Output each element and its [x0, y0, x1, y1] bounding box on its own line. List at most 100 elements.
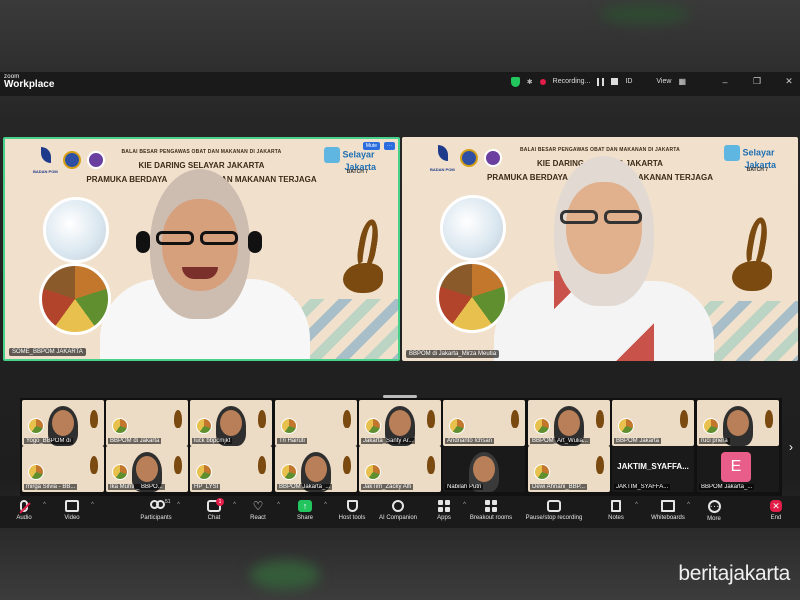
maximize-icon[interactable]: ❐: [752, 76, 762, 87]
participant-name-label: BBPOM Jakarta_...: [277, 484, 333, 490]
camera-icon: [65, 500, 79, 512]
video-tile-speaker-1[interactable]: BADAN POM BALAI BESAR PENGAWAS OBAT DAN …: [3, 137, 400, 361]
pramuka-symbol: [765, 410, 773, 428]
participant-thumbnail[interactable]: BBPOM_Art_Wulia...: [528, 400, 610, 446]
participant-name-label: BBPOM Jakarta_...: [699, 484, 755, 490]
chat-icon: 1: [207, 498, 224, 512]
shield-icon: [346, 500, 358, 512]
food-image: [449, 418, 465, 434]
participant-thumbnail[interactable]: ruci priera: [697, 400, 779, 446]
end-button[interactable]: ✕ End: [752, 500, 800, 521]
pramuka-symbol: [427, 410, 435, 428]
participant-name-label: Dewi Ahriani_BBP...: [530, 484, 587, 490]
watermark: beritajakarta: [678, 562, 790, 585]
participant-face: [52, 410, 74, 436]
participant-thumbnail[interactable]: BBPOM di Jakarta: [106, 400, 188, 446]
close-icon[interactable]: ✕: [784, 76, 794, 87]
batch-label: BATCH 7: [346, 169, 368, 175]
food-image: [703, 418, 719, 434]
selayar-jakarta-logo: Selayar Jakarta: [724, 145, 776, 170]
participants-button[interactable]: 51 Participants ^: [126, 499, 186, 521]
participant-thumbnail[interactable]: BBPOM Jakarta_...: [275, 446, 357, 492]
food-image: [28, 464, 44, 480]
notes-icon: [611, 500, 621, 512]
participant-thumbnail[interactable]: mirga Silvia - BB...: [22, 446, 104, 492]
participant-name-label: HP_LYSI: [192, 484, 221, 490]
encryption-shield-icon[interactable]: [510, 76, 520, 87]
notes-button[interactable]: Notes ^: [588, 500, 644, 521]
participant-name-label: JAKTIM_SYAFFA...: [614, 484, 671, 490]
minimize-icon[interactable]: –: [720, 77, 730, 87]
more-button[interactable]: ··· More: [686, 500, 742, 522]
brand-name-label: Workplace: [4, 79, 55, 90]
participant-face: [558, 410, 580, 436]
participants-icon: 51: [149, 499, 171, 512]
participant-thumbnail[interactable]: Ika Muhti _ BBPO...: [106, 446, 188, 492]
pramuka-symbol: [90, 410, 98, 428]
participant-thumbnail[interactable]: HP_LYSI: [190, 446, 272, 492]
participant-face: [389, 410, 411, 436]
tile-more-button[interactable]: ···: [384, 142, 395, 150]
food-image: [196, 418, 212, 434]
pause-stop-recording-button[interactable]: Pause/stop recording: [522, 500, 586, 521]
participant-avatar: E: [721, 452, 751, 482]
participant-name-label: Nabilah Putri: [445, 484, 484, 490]
participant-name-label: Ika Muhti _ BBPO...: [108, 484, 165, 490]
participant-thumbnail[interactable]: E BBPOM Jakarta_...: [697, 446, 779, 492]
participant-name-label: BBPOM di Jakarta: [108, 438, 162, 444]
heart-icon: ♡: [252, 499, 264, 513]
food-image: [112, 418, 128, 434]
participant-name-label: Andrianto Ichsan: [445, 438, 495, 444]
whiteboard-icon: [661, 500, 675, 512]
pramuka-symbol: [427, 456, 435, 474]
participant-thumbnail[interactable]: Yogo_BBPOM di: [22, 400, 104, 446]
gallery-next-arrow-icon[interactable]: ›: [789, 440, 793, 454]
background-blur-top: [600, 4, 690, 24]
participant-thumbnail[interactable]: luck bbpcmjkt: [190, 400, 272, 446]
participant-thumbnail[interactable]: JAKTIM_SYAFFA... JAKTIM_SYAFFA...: [612, 446, 694, 492]
pramuka-symbol: [343, 410, 351, 428]
chevron-up-icon: ^: [91, 502, 94, 508]
participant-name-label: BBPOM_Art_Wulia...: [530, 438, 590, 444]
settings-icon[interactable]: ✱: [527, 78, 533, 86]
pramuka-symbol: [732, 215, 788, 297]
participant-thumbnail[interactable]: Andrianto Ichsan: [443, 400, 525, 446]
participant-name-label: ruci priera: [699, 438, 730, 444]
participant-thumbnail[interactable]: Tri Hairuti: [275, 400, 357, 446]
stop-recording-icon[interactable]: [611, 78, 619, 85]
participant-name-label: Yogo_BBPOM di: [24, 438, 73, 444]
share-arrow-icon: ↑: [298, 500, 312, 512]
pause-recording-icon: [547, 500, 561, 512]
food-image: [112, 464, 128, 480]
view-grid-icon[interactable]: ▦: [678, 77, 686, 86]
food-image: [534, 464, 550, 480]
pramuka-symbol: [511, 410, 519, 428]
participant-thumbnail[interactable]: JakTim_Zacky Alfi: [359, 446, 441, 492]
participant-name-label: luck bbpcmjkt: [192, 438, 233, 444]
mute-button[interactable]: Mute: [362, 142, 380, 150]
video-button[interactable]: Video ^: [44, 500, 100, 521]
participant-thumbnail[interactable]: Nabilah Putri: [443, 446, 525, 492]
breakout-rooms-icon: [485, 500, 497, 512]
participant-name-label: BBPOM Jakarta: [614, 438, 662, 444]
participant-name-label: mirga Silvia - BB...: [24, 484, 78, 490]
participant-thumbnail[interactable]: BBPOM Jakarta: [612, 400, 694, 446]
participant-face: [220, 410, 242, 436]
food-image: [618, 418, 634, 434]
view-label[interactable]: View: [656, 78, 671, 85]
breakout-rooms-button[interactable]: Breakout rooms: [462, 500, 520, 521]
meeting-id-label[interactable]: ID: [625, 78, 632, 85]
video-tile-speaker-2[interactable]: BADAN POM BALAI BESAR PENGAWAS OBAT DAN …: [402, 137, 798, 361]
chat-badge: 1: [216, 498, 224, 506]
participant-thumbnail[interactable]: Jakarta_Santy Ar...: [359, 400, 441, 446]
chevron-up-icon: ^: [635, 502, 638, 508]
screen: zoom Workplace ✱ Recording... ID View ▦ …: [0, 0, 800, 600]
muted-mic-icon: [20, 500, 28, 512]
window-titlebar: zoom Workplace ✱ Recording... ID View ▦ …: [0, 72, 800, 96]
participant-thumbnail[interactable]: Dewi Ahriani_BBP...: [528, 446, 610, 492]
ai-companion-icon: [392, 500, 404, 512]
more-dots-icon: ···: [707, 500, 721, 513]
speaker-1-name: SOME_BBPOM JAKARTA: [9, 348, 86, 356]
pause-recording-icon[interactable]: [597, 77, 605, 86]
speaker-1-figure: [100, 169, 310, 359]
